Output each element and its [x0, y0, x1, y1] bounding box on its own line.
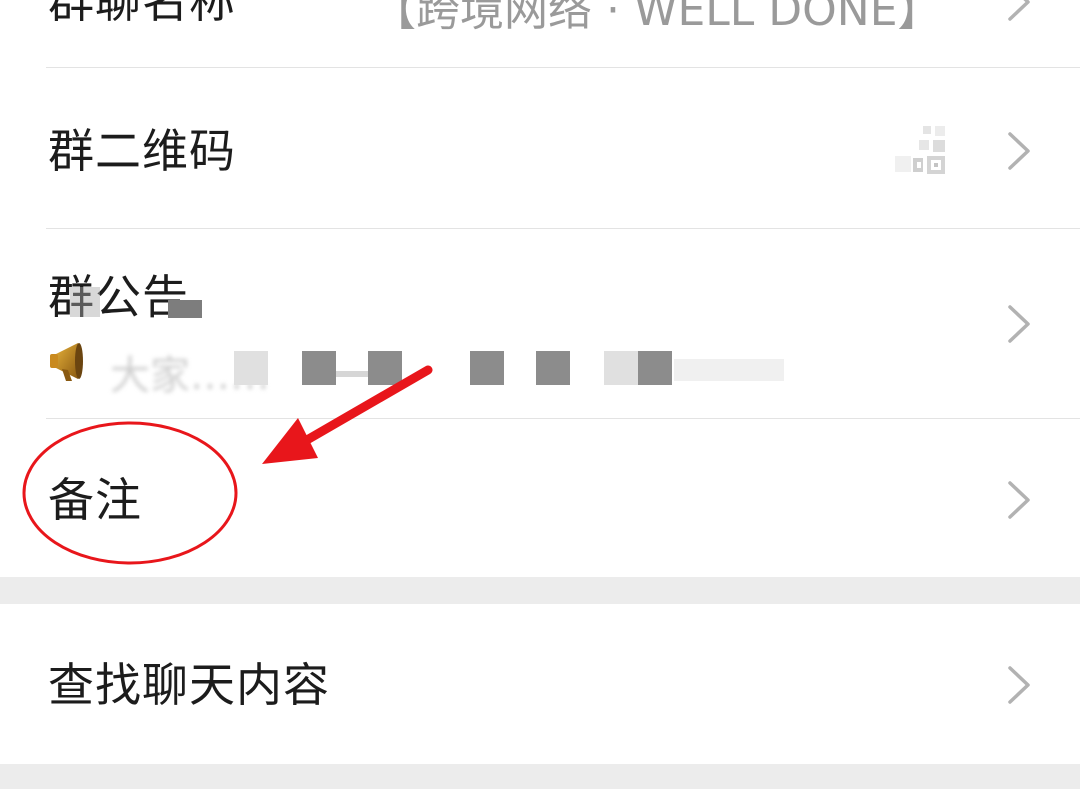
remark-label: 备注 [48, 473, 142, 527]
search-chat-row[interactable]: 查找聊天内容 [0, 604, 1080, 764]
chevron-right-icon [1006, 665, 1032, 705]
qr-code-icon [895, 126, 945, 174]
group-qr-label: 群二维码 [48, 124, 236, 178]
group-name-value: 【跨境网络 · WELL DONE】 [372, 0, 942, 36]
notice-preview: 大家…… [104, 343, 844, 399]
chevron-right-icon [1006, 0, 1032, 22]
section-separator [0, 764, 1080, 789]
chevron-right-icon [1006, 480, 1032, 520]
section-separator [0, 577, 1080, 604]
remark-row[interactable]: 备注 [0, 419, 1080, 577]
megaphone-icon [50, 343, 83, 381]
privacy-mosaic [70, 287, 100, 317]
search-chat-label: 查找聊天内容 [48, 658, 330, 712]
group-name-label: 群聊名称 [48, 0, 236, 28]
chevron-right-icon [1006, 304, 1032, 344]
privacy-mosaic [168, 300, 202, 318]
group-name-row[interactable]: 群聊名称 【跨境网络 · WELL DONE】 [0, 0, 1080, 67]
chevron-right-icon [1006, 131, 1032, 171]
